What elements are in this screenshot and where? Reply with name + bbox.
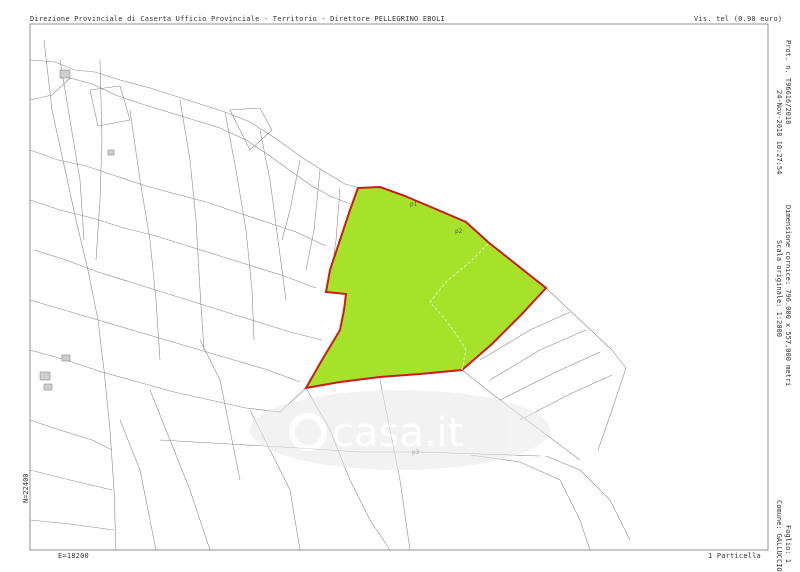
parcel-label: p2 — [455, 228, 463, 235]
cadastral-map: p1 p2 p3 casa.it — [29, 23, 769, 551]
building — [59, 69, 71, 79]
parcel-label: p1 — [410, 201, 418, 208]
building — [107, 149, 115, 156]
building — [61, 354, 71, 362]
building — [39, 371, 51, 381]
highlighted-parcel — [304, 185, 548, 390]
watermark-text: casa.it — [332, 410, 463, 456]
building — [43, 383, 53, 391]
watermark: casa.it — [250, 390, 550, 470]
